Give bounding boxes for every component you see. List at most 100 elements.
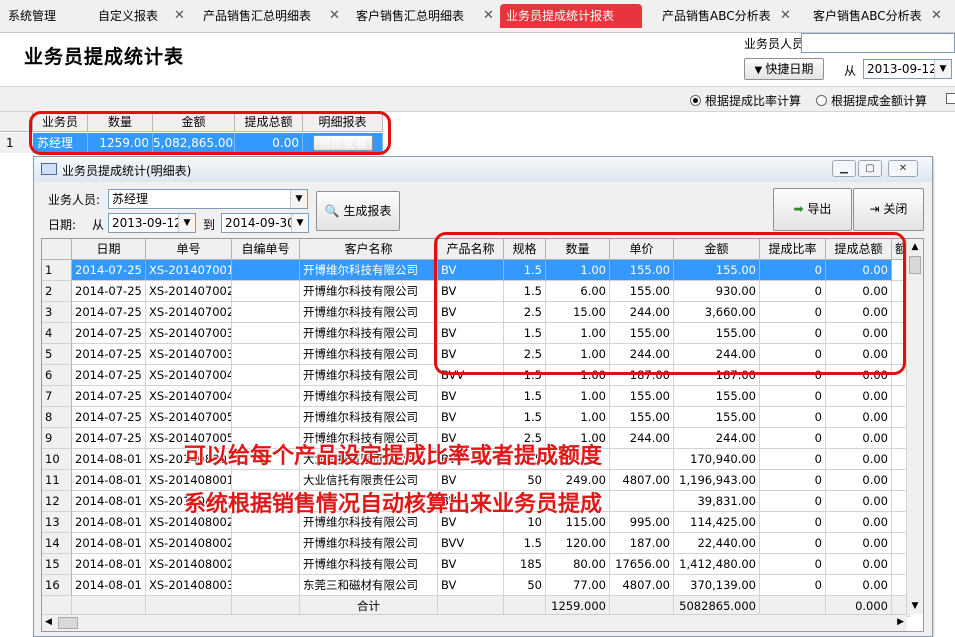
custom-no-cell[interactable] [232,365,300,386]
customer-cell[interactable]: 大业信托有限责任公司 [300,449,438,470]
date-cell[interactable]: 2014-08-01 [72,491,146,512]
spec-cell[interactable]: 1.5 [504,449,546,470]
commission-total-cell[interactable]: 0.00 [826,470,892,491]
order-no-cell[interactable]: XS-201407003 [146,344,232,365]
spec-cell[interactable]: 1.5 [504,407,546,428]
date-cell[interactable]: 2014-08-01 [72,470,146,491]
col-header-salesperson[interactable]: 业务员 [33,112,88,132]
amount-cell[interactable]: 370,139.00 [674,575,760,596]
qty-cell[interactable]: 1.00 [546,407,610,428]
spec-cell[interactable]: 1.5 [504,260,546,281]
summary-quantity-cell[interactable]: 1259.00 [88,133,153,153]
custom-no-cell[interactable] [232,344,300,365]
vertical-scrollbar[interactable]: ▲ ▼ [906,239,923,614]
unit-price-cell[interactable] [610,449,674,470]
amount-cell[interactable]: 930.00 [674,281,760,302]
customer-cell[interactable] [300,491,438,512]
amount-cell[interactable]: 1,412,480.00 [674,554,760,575]
summary-amount-cell[interactable]: 5,082,865.00 [153,133,235,153]
customer-cell[interactable]: 开博维尔科技有限公司 [300,344,438,365]
spec-cell[interactable]: 2.5 [504,428,546,449]
customer-cell[interactable]: 东莞三和磁材有限公司 [300,575,438,596]
commission-rate-cell[interactable]: 0 [760,575,826,596]
amount-cell[interactable]: 155.00 [674,407,760,428]
quick-date-button[interactable]: ▼ 快捷日期 [744,58,824,80]
date-cell[interactable]: 2014-07-25 [72,386,146,407]
commission-total-cell[interactable]: 0.00 [826,533,892,554]
col-header-commission-rate[interactable]: 提成比率 [760,239,826,260]
order-no-cell[interactable]: XS-201408002 [146,554,232,575]
amount-cell[interactable]: 114,425.00 [674,512,760,533]
commission-rate-cell[interactable]: 0 [760,260,826,281]
custom-no-cell[interactable] [232,428,300,449]
spec-cell[interactable] [504,491,546,512]
generate-report-button[interactable]: 🔍 生成报表 [316,191,400,231]
spec-cell[interactable]: 2.5 [504,302,546,323]
order-no-cell[interactable]: XS-201407004 [146,386,232,407]
custom-no-cell[interactable] [232,491,300,512]
from-date-input[interactable]: 2013-09-12 ▼ [863,59,952,79]
date-cell[interactable]: 2014-07-25 [72,281,146,302]
unit-price-cell[interactable]: 155.00 [610,386,674,407]
chevron-down-icon[interactable]: ▼ [291,214,308,232]
custom-no-cell[interactable] [232,449,300,470]
product-cell[interactable]: BV [438,428,504,449]
custom-no-cell[interactable] [232,323,300,344]
customer-cell[interactable]: 开博维尔科技有限公司 [300,302,438,323]
custom-no-cell[interactable] [232,281,300,302]
customer-cell[interactable]: 开博维尔科技有限公司 [300,428,438,449]
custom-no-cell[interactable] [232,260,300,281]
scrollbar-thumb[interactable] [58,617,78,629]
commission-total-cell[interactable]: 0.00 [826,302,892,323]
spec-cell[interactable]: 10 [504,512,546,533]
scroll-down-icon[interactable]: ▼ [907,598,923,614]
qty-cell[interactable]: 77.00 [546,575,610,596]
qty-cell[interactable]: 80.00 [546,554,610,575]
unit-price-cell[interactable]: 187.00 [610,533,674,554]
date-cell[interactable]: 2014-07-25 [72,260,146,281]
col-header-amount[interactable]: 金额 [674,239,760,260]
product-cell[interactable]: BV [438,449,504,470]
amount-cell[interactable]: 22,440.00 [674,533,760,554]
product-cell[interactable]: BV [438,491,504,512]
commission-rate-cell[interactable]: 0 [760,281,826,302]
close-icon[interactable]: ✕ [931,4,942,28]
amount-cell[interactable]: 155.00 [674,260,760,281]
date-cell[interactable]: 2014-07-25 [72,323,146,344]
commission-rate-cell[interactable]: 0 [760,407,826,428]
unit-price-cell[interactable]: 244.00 [610,428,674,449]
amount-cell[interactable]: 187.00 [674,365,760,386]
scroll-right-icon[interactable]: ▶ [897,617,904,627]
customer-cell[interactable]: 开博维尔科技有限公司 [300,386,438,407]
spec-cell[interactable]: 1.5 [504,281,546,302]
col-header-customer[interactable]: 客户名称 [300,239,438,260]
product-cell[interactable]: BV [438,575,504,596]
order-no-cell[interactable]: XS-201408002 [146,491,232,512]
product-cell[interactable]: BV [438,323,504,344]
date-cell[interactable]: 2014-08-01 [72,575,146,596]
date-cell[interactable]: 2014-08-01 [72,449,146,470]
col-header-order-no[interactable]: 单号 [146,239,232,260]
date-cell[interactable]: 2014-08-01 [72,533,146,554]
commission-total-cell[interactable]: 0.00 [826,449,892,470]
amount-cell[interactable]: 244.00 [674,344,760,365]
horizontal-scrollbar[interactable]: ◀ ▶ [42,614,907,631]
commission-rate-cell[interactable]: 0 [760,302,826,323]
amount-cell[interactable]: 155.00 [674,323,760,344]
qty-cell[interactable]: 1.00 [546,260,610,281]
order-no-cell[interactable]: XS-201407002 [146,281,232,302]
amount-cell[interactable]: 155.00 [674,386,760,407]
product-cell[interactable]: BV [438,407,504,428]
unit-price-cell[interactable]: 155.00 [610,260,674,281]
commission-rate-cell[interactable]: 0 [760,533,826,554]
commission-rate-cell[interactable]: 0 [760,491,826,512]
customer-cell[interactable]: 大业信托有限责任公司 [300,470,438,491]
date-cell[interactable]: 2014-08-01 [72,512,146,533]
qty-cell[interactable]: 120.00 [546,533,610,554]
amount-cell[interactable]: 1,196,943.00 [674,470,760,491]
order-no-cell[interactable]: XS-201408001 [146,449,232,470]
customer-cell[interactable]: 开博维尔科技有限公司 [300,281,438,302]
unit-price-cell[interactable]: 17656.00 [610,554,674,575]
customer-cell[interactable]: 开博维尔科技有限公司 [300,554,438,575]
spec-cell[interactable]: 185 [504,554,546,575]
